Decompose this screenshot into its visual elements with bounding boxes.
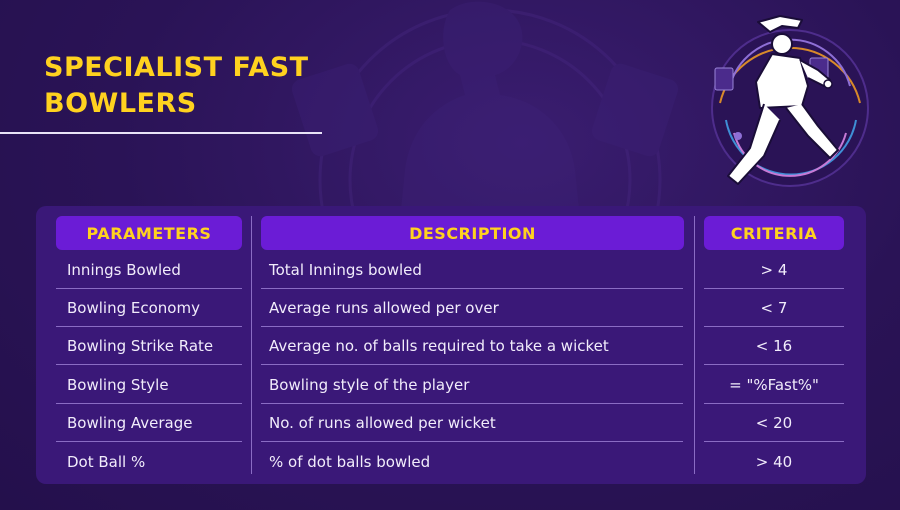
criteria-cell: < 16 <box>755 337 793 355</box>
table-row: Bowling Style Bowling style of the playe… <box>56 366 846 404</box>
table-row: Bowling Economy Average runs allowed per… <box>56 289 846 327</box>
parameter-cell: Dot Ball % <box>67 453 146 471</box>
row-separator <box>704 364 844 365</box>
header-description: DESCRIPTION <box>261 216 684 250</box>
criteria-cell: < 7 <box>760 299 788 317</box>
description-cell: Average runs allowed per over <box>269 299 499 317</box>
criteria-cell: > 4 <box>760 261 788 279</box>
parameter-cell: Bowling Style <box>67 376 169 394</box>
row-separator <box>704 441 844 442</box>
description-cell: No. of runs allowed per wicket <box>269 414 496 432</box>
criteria-cell: > 40 <box>755 453 793 471</box>
description-cell: Total Innings bowled <box>269 261 422 279</box>
description-cell: Bowling style of the player <box>269 376 470 394</box>
table-row: Dot Ball % % of dot balls bowled > 40 <box>56 443 846 481</box>
page-title: SPECIALIST FAST BOWLERS <box>44 52 309 119</box>
criteria-cell: < 20 <box>755 414 793 432</box>
header-criteria: CRITERIA <box>704 216 844 250</box>
criteria-cell: = "%Fast%" <box>729 376 819 394</box>
row-separator <box>56 364 242 365</box>
parameter-cell: Bowling Average <box>67 414 193 432</box>
title-underline <box>0 132 322 134</box>
parameter-cell: Bowling Strike Rate <box>67 337 214 355</box>
parameter-cell: Innings Bowled <box>67 261 181 279</box>
parameter-cell: Bowling Economy <box>67 299 200 317</box>
table-row: Bowling Strike Rate Average no. of balls… <box>56 327 846 365</box>
row-separator <box>261 364 683 365</box>
description-cell: Average no. of balls required to take a … <box>269 337 609 355</box>
fast-bowler-illustration-icon <box>711 15 869 187</box>
description-cell: % of dot balls bowled <box>269 453 431 471</box>
table-row: Bowling Average No. of runs allowed per … <box>56 404 846 442</box>
row-separator <box>56 441 242 442</box>
row-separator <box>261 441 683 442</box>
table-row: Innings Bowled Total Innings bowled > 4 <box>56 251 846 289</box>
header-parameters: PARAMETERS <box>56 216 242 250</box>
